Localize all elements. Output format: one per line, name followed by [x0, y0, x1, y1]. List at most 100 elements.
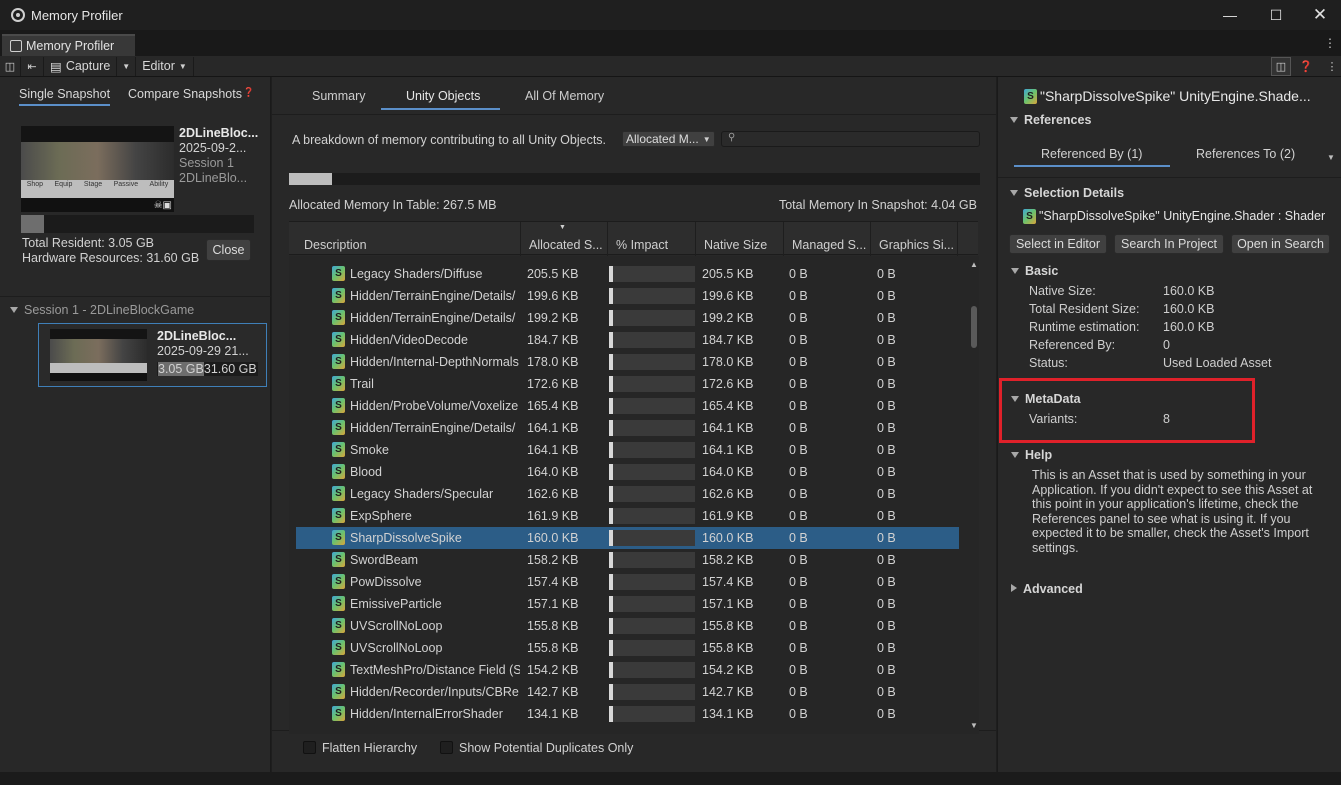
triangle-down-icon	[1011, 268, 1019, 274]
column-managed-size[interactable]: Managed S...	[792, 238, 870, 252]
metadata-section[interactable]: MetaData	[1011, 392, 1081, 406]
table-row[interactable]: S SwordBeam 158.2 KB 158.2 KB 0 B 0 B	[289, 549, 969, 571]
scrollbar-thumb[interactable]	[971, 306, 977, 348]
session-snapshot-item[interactable]: 2DLineBloc... 2025-09-29 21... 3.05 GB31…	[38, 323, 267, 387]
tab-references-to[interactable]: References To (2)	[1196, 147, 1295, 161]
shader-icon: S	[332, 640, 345, 655]
shader-icon: S	[332, 574, 345, 589]
table-row[interactable]: S Smoke 164.1 KB 164.1 KB 0 B 0 B	[289, 439, 969, 461]
flatten-hierarchy-checkbox[interactable]	[303, 741, 316, 754]
table-scrollbar[interactable]: ▲ ▼	[969, 256, 979, 734]
minimize-icon[interactable]: —	[1207, 0, 1253, 30]
tab-summary[interactable]: Summary	[312, 89, 365, 103]
table-row[interactable]: S TextMeshPro/Distance Field (S 154.2 KB 15…	[289, 659, 969, 681]
row-managed-size: 0 B	[789, 509, 808, 523]
kebab-menu-icon[interactable]: ⋮	[1324, 36, 1336, 50]
sort-descending-icon: ▼	[559, 224, 566, 231]
capture-button[interactable]: ▤ Capture	[44, 56, 118, 76]
column-graphics-size[interactable]: Graphics Si...	[879, 238, 957, 252]
search-in-project-button[interactable]: Search In Project	[1114, 234, 1224, 254]
table-row[interactable]: S Hidden/TerrainEngine/Details/164.1 KB 16…	[289, 417, 969, 439]
row-description: TextMeshPro/Distance Field (S	[350, 663, 520, 677]
help-section[interactable]: Help	[1011, 448, 1052, 462]
row-impact-bar	[609, 662, 695, 678]
basic-section[interactable]: Basic	[1011, 264, 1058, 278]
tab-memory-profiler[interactable]: Memory Profiler	[2, 34, 135, 56]
table-row[interactable]: S Hidden/Internal-DepthNormals 178.0 KB 178…	[289, 351, 969, 373]
show-duplicates-label: Show Potential Duplicates Only	[459, 741, 634, 755]
row-impact-bar	[609, 618, 695, 634]
table-row[interactable]: S UVScrollNoLoop 155.8 KB 155.8 KB 0 B 0 B	[289, 637, 969, 659]
tab-single-snapshot[interactable]: Single Snapshot	[19, 87, 111, 106]
tab-compare-snapshots[interactable]: Compare Snapshots	[128, 87, 242, 101]
table-row[interactable]: S Legacy Shaders/Diffuse 205.5 KB 205.5 KB 0…	[289, 263, 969, 285]
row-managed-size: 0 B	[789, 641, 808, 655]
options-menu-icon[interactable]: ⋮	[1322, 57, 1341, 76]
shader-icon: S	[332, 552, 345, 567]
tab-referenced-by[interactable]: Referenced By (1)	[1041, 147, 1142, 161]
shader-icon: S	[332, 332, 345, 347]
help-icon[interactable]: ❓	[243, 87, 254, 98]
scroll-down-icon[interactable]: ▼	[969, 721, 979, 730]
table-row[interactable]: S Legacy Shaders/Specular 162.6 KB 162.6 KB…	[289, 483, 969, 505]
help-icon[interactable]: ❓	[1296, 57, 1316, 76]
shader-icon: S	[1024, 89, 1037, 104]
open-in-search-button[interactable]: Open in Search	[1231, 234, 1330, 254]
select-in-editor-button[interactable]: Select in Editor	[1009, 234, 1107, 254]
row-native-size: 158.2 KB	[702, 553, 754, 567]
import-icon[interactable]: ⇤	[20, 56, 44, 76]
row-native-size: 199.6 KB	[702, 289, 754, 303]
tab-all-of-memory[interactable]: All Of Memory	[525, 89, 604, 103]
row-native-size: 142.7 KB	[702, 685, 754, 699]
thumb-label: Ability	[149, 181, 169, 188]
camera-icon: ▤	[50, 59, 62, 74]
size-metric-dropdown[interactable]: Allocated M... ▼	[622, 131, 715, 147]
table-row[interactable]: S SharpDissolveSpike 160.0 KB 160.0 KB 0 B 0 …	[296, 527, 959, 549]
show-duplicates-checkbox[interactable]	[440, 741, 453, 754]
column-description[interactable]: Description	[304, 238, 367, 252]
table-row[interactable]: S Hidden/VideoDecode 184.7 KB 184.7 KB 0 B 0 …	[289, 329, 969, 351]
snapshot-screenshot[interactable]: Shop Equip Stage Passive Ability ☠▣	[21, 126, 174, 212]
column-impact[interactable]: % Impact	[616, 238, 668, 252]
row-impact-bar	[609, 420, 695, 436]
tab-unity-objects[interactable]: Unity Objects	[406, 89, 480, 103]
table-row[interactable]: S PowDissolve 157.4 KB 157.4 KB 0 B 0 B	[289, 571, 969, 593]
session-header[interactable]: Session 1 - 2DLineBlockGame	[10, 303, 194, 317]
tab-label: Memory Profiler	[26, 39, 115, 53]
shader-icon: S	[1023, 209, 1036, 224]
row-description: Hidden/TerrainEngine/Details/	[350, 289, 516, 303]
row-allocated-size: 205.5 KB	[527, 267, 579, 281]
advanced-section[interactable]: Advanced	[1011, 582, 1083, 596]
row-managed-size: 0 B	[789, 267, 808, 281]
capture-dropdown[interactable]: ▼	[117, 56, 137, 76]
table-row[interactable]: S Hidden/TerrainEngine/Details/199.6 KB 19…	[289, 285, 969, 307]
shader-icon: S	[332, 684, 345, 699]
table-row[interactable]: S Hidden/InternalErrorShader 134.1 KB 134.1…	[289, 703, 969, 725]
references-section[interactable]: References	[1010, 113, 1091, 127]
close-icon[interactable]: ✕	[1297, 0, 1341, 30]
sidebar-toggle-icon[interactable]: ◫	[0, 57, 20, 76]
maximize-icon[interactable]: ☐	[1253, 0, 1299, 30]
snapshot-session: Session 1	[179, 156, 234, 170]
row-impact-bar	[609, 530, 695, 546]
row-native-size: 157.1 KB	[702, 597, 754, 611]
selection-details-section[interactable]: Selection Details	[1010, 186, 1124, 200]
search-input[interactable]: ⚲	[721, 131, 980, 147]
close-snapshot-button[interactable]: Close	[206, 239, 251, 261]
table-row[interactable]: S Blood 164.0 KB 164.0 KB 0 B 0 B	[289, 461, 969, 483]
editor-target-dropdown[interactable]: Editor ▼	[136, 56, 194, 76]
details-panel-toggle-icon[interactable]: ◫	[1271, 56, 1291, 76]
scroll-up-icon[interactable]: ▲	[969, 260, 979, 269]
table-row[interactable]: S ExpSphere 161.9 KB 161.9 KB 0 B 0 B	[289, 505, 969, 527]
row-graphics-size: 0 B	[877, 487, 896, 501]
table-row[interactable]: S Hidden/Recorder/Inputs/CBRe 142.7 KB 142.…	[289, 681, 969, 703]
table-row[interactable]: S UVScrollNoLoop 155.8 KB 155.8 KB 0 B 0 B	[289, 615, 969, 637]
caret-down-icon[interactable]: ▼	[1327, 153, 1335, 162]
table-row[interactable]: S EmissiveParticle 157.1 KB 157.1 KB 0 B 0 B	[289, 593, 969, 615]
row-managed-size: 0 B	[789, 531, 808, 545]
table-row[interactable]: S Trail 172.6 KB 172.6 KB 0 B 0 B	[289, 373, 969, 395]
table-row[interactable]: S Hidden/TerrainEngine/Details/199.2 KB 19…	[289, 307, 969, 329]
column-native-size[interactable]: Native Size	[704, 238, 767, 252]
table-row[interactable]: S Hidden/ProbeVolume/Voxelize 165.4 KB 165.…	[289, 395, 969, 417]
column-allocated-size[interactable]: Allocated S...	[529, 238, 603, 252]
